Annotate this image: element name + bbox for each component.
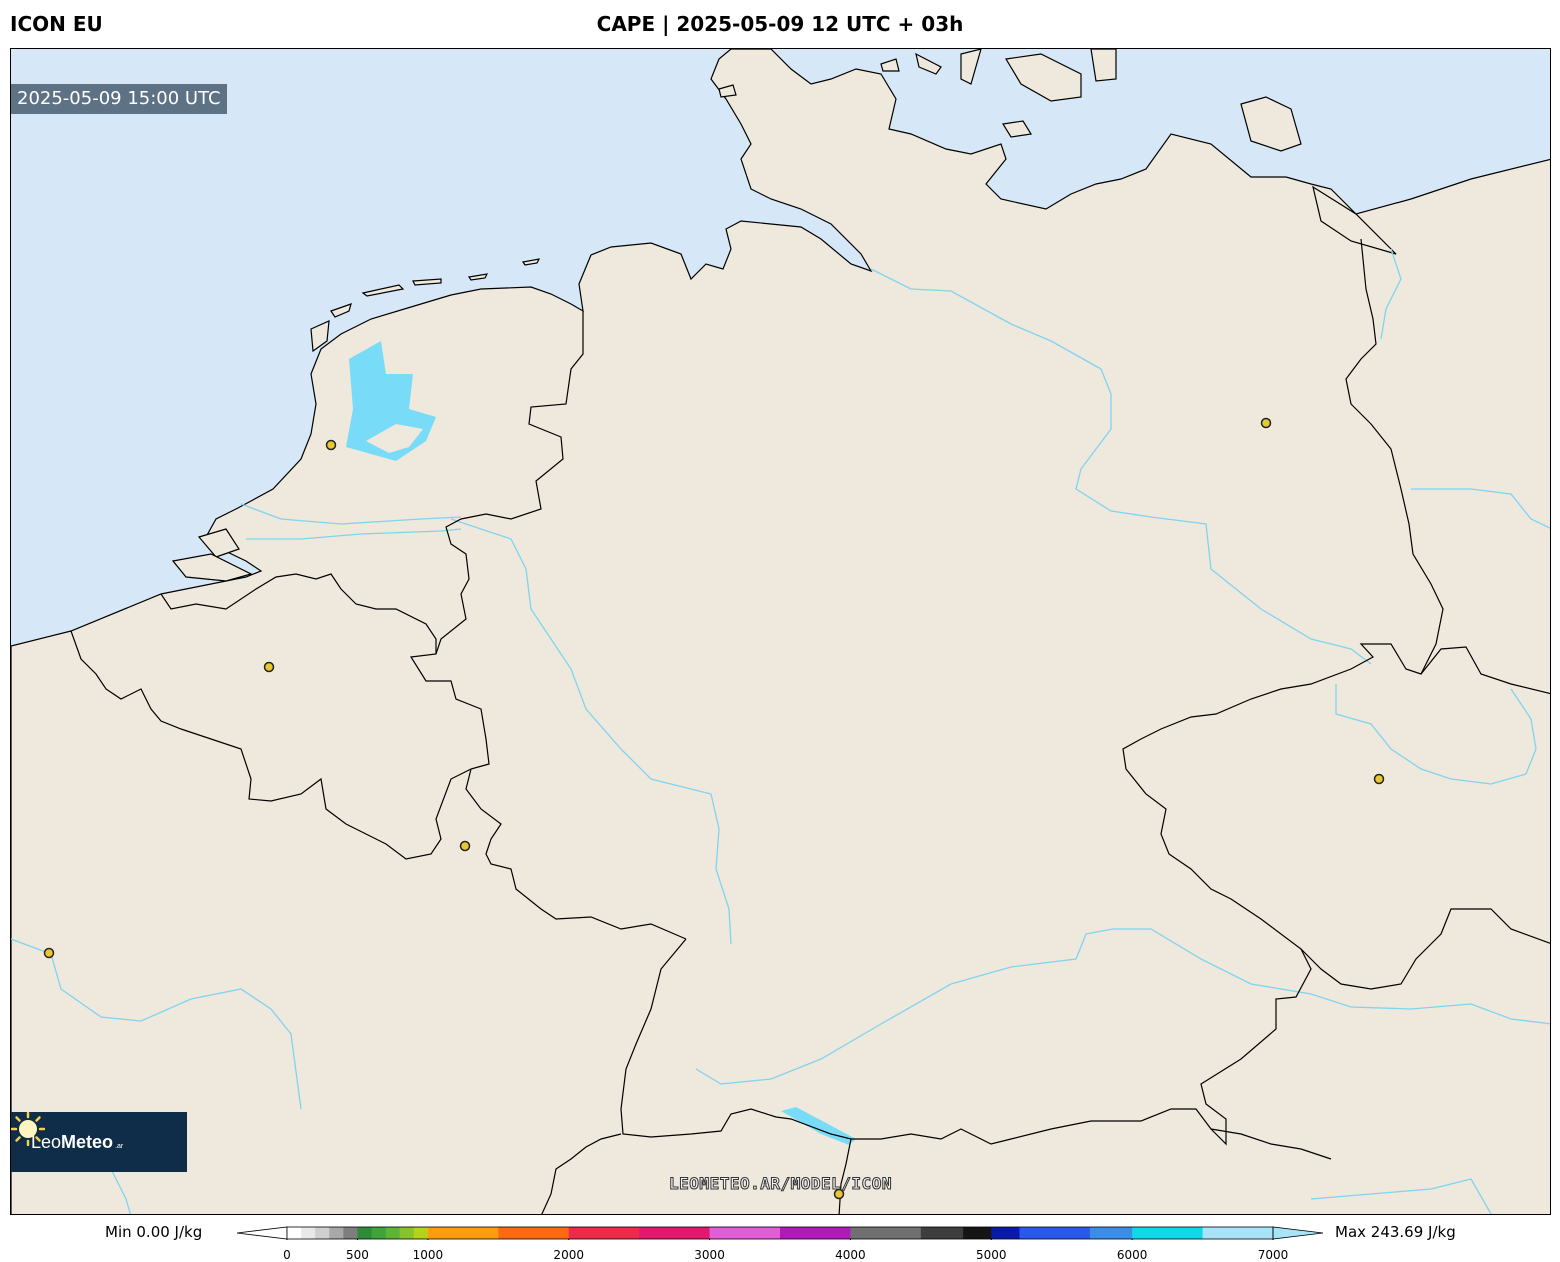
colorbar-segment-3 bbox=[329, 1227, 344, 1239]
colorbar-segment-11 bbox=[498, 1227, 570, 1239]
colorbar-segment-17 bbox=[920, 1227, 964, 1239]
colorbar-segment-13 bbox=[639, 1227, 711, 1239]
colorbar-segment-1 bbox=[301, 1227, 316, 1239]
city-marker-luxembourg[interactable] bbox=[459, 840, 471, 852]
colorbar-segment-6 bbox=[371, 1227, 387, 1239]
colorbar-segment-19 bbox=[991, 1227, 1020, 1239]
sun-icon bbox=[11, 1112, 45, 1146]
colorbar-segment-4 bbox=[343, 1227, 358, 1239]
colorbar-tick-label: 0 bbox=[283, 1248, 291, 1262]
colorbar-segment-20 bbox=[1019, 1227, 1091, 1239]
colorbar-segment-0 bbox=[287, 1227, 302, 1239]
colorbar-segment-5 bbox=[357, 1227, 373, 1239]
leometeo-logo[interactable]: LeoMeteo .ar bbox=[11, 1112, 187, 1172]
colorbar bbox=[236, 1226, 1324, 1240]
city-marker-amsterdam[interactable] bbox=[325, 439, 337, 451]
colorbar-segment-8 bbox=[399, 1227, 415, 1239]
colorbar-tick-label: 7000 bbox=[1257, 1248, 1289, 1262]
colorbar-segment-7 bbox=[385, 1227, 401, 1239]
map-panel[interactable]: 2025-05-09 15:00 UTC LeoMeteo .ar LEOMETE… bbox=[10, 48, 1551, 1215]
colorbar-segment-14 bbox=[709, 1227, 781, 1239]
colorbar-extend-min bbox=[236, 1226, 288, 1240]
land-mainland bbox=[11, 49, 1550, 1214]
colorbar-min-label: Min 0.00 J/kg bbox=[105, 1223, 203, 1241]
colorbar-segment-16 bbox=[850, 1227, 922, 1239]
colorbar-segment-2 bbox=[315, 1227, 330, 1239]
colorbar-max-label: Max 243.69 J/kg bbox=[1335, 1223, 1456, 1241]
colorbar-tick-label: 2000 bbox=[553, 1248, 584, 1262]
colorbar-segment-18 bbox=[963, 1227, 992, 1239]
colorbar-segment-10 bbox=[427, 1227, 499, 1239]
chart-title: CAPE | 2025-05-09 12 UTC + 03h bbox=[596, 12, 964, 36]
colorbar-segment-23 bbox=[1202, 1227, 1274, 1239]
city-marker-brussels[interactable] bbox=[263, 661, 275, 673]
colorbar-tick-label: 1000 bbox=[412, 1248, 444, 1262]
colorbar-tick-label: 6000 bbox=[1116, 1248, 1148, 1262]
city-marker-berlin[interactable] bbox=[1260, 417, 1272, 429]
colorbar-segment-12 bbox=[568, 1227, 640, 1239]
colorbar-tick-label: 5000 bbox=[976, 1248, 1007, 1262]
colorbar-tick-label: 4000 bbox=[835, 1248, 866, 1262]
city-marker-paris[interactable] bbox=[43, 947, 55, 959]
map-canvas bbox=[11, 49, 1550, 1214]
colorbar-tick-label: 500 bbox=[345, 1248, 369, 1262]
city-marker-prague[interactable] bbox=[1373, 773, 1385, 785]
colorbar-segment-9 bbox=[413, 1227, 429, 1239]
colorbar-segment-21 bbox=[1089, 1227, 1133, 1239]
colorbar-segment-15 bbox=[780, 1227, 851, 1239]
valid-time-badge: 2025-05-09 15:00 UTC bbox=[11, 84, 227, 114]
colorbar-tick-label: 3000 bbox=[694, 1248, 725, 1262]
colorbar-extend-max bbox=[1272, 1226, 1324, 1240]
colorbar-segment-22 bbox=[1132, 1227, 1204, 1239]
watermark-url: LEOMETEO.AR/MODEL/ICON bbox=[669, 1174, 892, 1194]
